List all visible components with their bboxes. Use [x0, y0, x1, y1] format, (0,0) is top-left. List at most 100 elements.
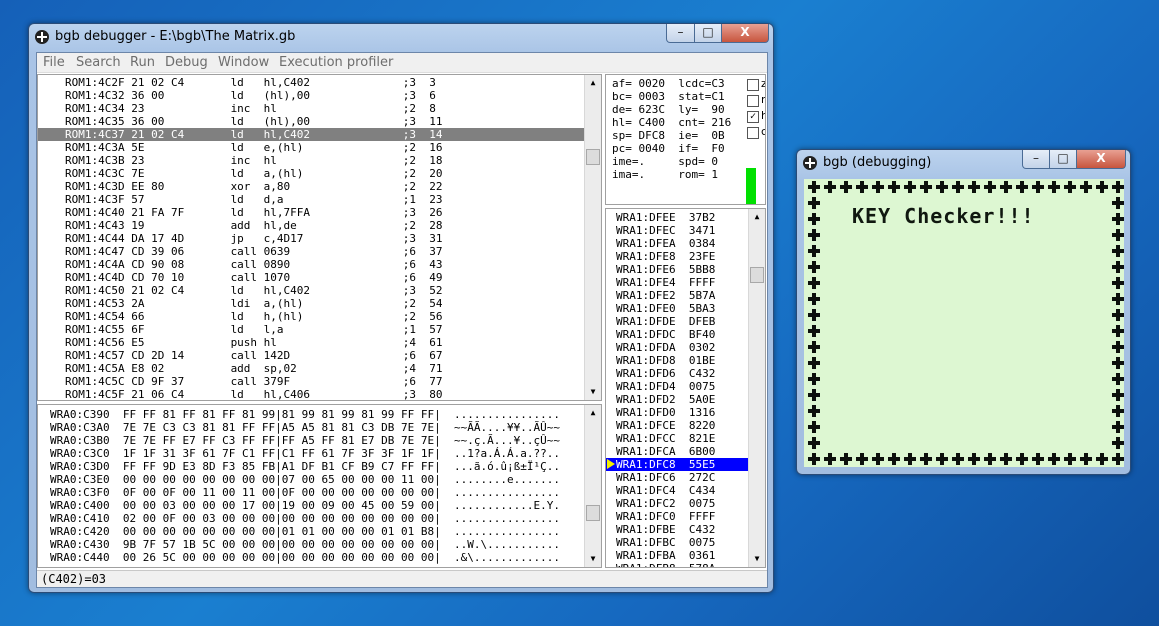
register-row[interactable]: bc= 0003 stat=C1: [612, 90, 740, 103]
memory-row[interactable]: WRA0:C430 9B 7F 57 1B 5C 00 00 00|00 00 …: [38, 538, 585, 551]
register-row[interactable]: pc= 0040 if= F0: [612, 142, 740, 155]
scroll-up-arrow-icon[interactable]: ▲: [749, 209, 765, 225]
stack-row[interactable]: WRA1:DFDC BF40: [606, 328, 749, 341]
menu-debug[interactable]: Debug: [165, 55, 208, 70]
memory-row[interactable]: WRA0:C3F0 0F 00 0F 00 11 00 11 00|0F 00 …: [38, 486, 585, 499]
maximize-button[interactable]: □: [694, 24, 722, 43]
menu-search[interactable]: Search: [76, 55, 121, 70]
register-row[interactable]: de= 623C ly= 90: [612, 103, 740, 116]
disassembly-row[interactable]: ROM1:4C3D EE 80 xor a,80 ;2 22: [38, 180, 585, 193]
stack-row[interactable]: WRA1:DFE0 5BA3: [606, 302, 749, 315]
disassembly-row[interactable]: ROM1:4C37 21 02 C4 ld hl,C402 ;3 14: [38, 128, 585, 141]
stack-row[interactable]: WRA1:DFCA 6B00: [606, 445, 749, 458]
stack-row[interactable]: WRA1:DFC6 272C: [606, 471, 749, 484]
stack-row[interactable]: WRA1:DFCC 821E: [606, 432, 749, 445]
stack-row[interactable]: WRA1:DFC0 FFFF: [606, 510, 749, 523]
disassembly-row[interactable]: ROM1:4C3C 7E ld a,(hl) ;2 20: [38, 167, 585, 180]
stack-row[interactable]: WRA1:DFD8 01BE: [606, 354, 749, 367]
memory-row[interactable]: WRA0:C3C0 1F 1F 31 3F 61 7F C1 FF|C1 FF …: [38, 447, 585, 460]
memory-row[interactable]: WRA0:C3A0 7E 7E C3 C3 81 81 FF FF|A5 A5 …: [38, 421, 585, 434]
memory-row[interactable]: WRA0:C3E0 00 00 00 00 00 00 00 00|07 00 …: [38, 473, 585, 486]
disassembly-row[interactable]: ROM1:4C5C CD 9F 37 call 379F ;6 77: [38, 375, 585, 388]
stack-row[interactable]: WRA1:DFBA 0361: [606, 549, 749, 562]
disassembly-row[interactable]: ROM1:4C44 DA 17 4D jp c,4D17 ;3 31: [38, 232, 585, 245]
memory-row[interactable]: WRA0:C400 00 00 03 00 00 00 17 00|19 00 …: [38, 499, 585, 512]
flag-n-checkbox[interactable]: [747, 95, 759, 107]
disassembly-row[interactable]: ROM1:4C56 E5 push hl ;4 61: [38, 336, 585, 349]
stack-row[interactable]: WRA1:DFDE DFEB: [606, 315, 749, 328]
stack-row[interactable]: WRA1:DFEC 3471: [606, 224, 749, 237]
stack-row[interactable]: WRA1:DFD6 C432: [606, 367, 749, 380]
scroll-down-arrow-icon[interactable]: ▼: [585, 551, 601, 567]
disassembly-row[interactable]: ROM1:4C55 6F ld l,a ;1 57: [38, 323, 585, 336]
stack-row[interactable]: WRA1:DFE4 FFFF: [606, 276, 749, 289]
menu-window[interactable]: Window: [218, 55, 269, 70]
stack-row[interactable]: WRA1:DFBC 0075: [606, 536, 749, 549]
disassembly-scrollbar[interactable]: ▲ ▼: [584, 75, 601, 400]
disassembly-row[interactable]: ROM1:4C4A CD 90 08 call 0890 ;6 43: [38, 258, 585, 271]
scroll-thumb[interactable]: [586, 505, 600, 521]
disassembly-row[interactable]: ROM1:4C32 36 00 ld (hl),00 ;3 6: [38, 89, 585, 102]
minimize-button[interactable]: –: [1022, 150, 1050, 169]
memory-row[interactable]: WRA0:C440 00 26 5C 00 00 00 00 00|00 00 …: [38, 551, 585, 564]
registers-pane[interactable]: af= 0020 lcdc=C3 bc= 0003 stat=C1 de= 623C…: [605, 74, 766, 205]
scroll-thumb[interactable]: [750, 267, 764, 283]
disassembly-row[interactable]: ROM1:4C54 66 ld h,(hl) ;2 56: [38, 310, 585, 323]
close-button[interactable]: X: [721, 24, 769, 43]
disassembly-row[interactable]: ROM1:4C2F 21 02 C4 ld hl,C402 ;3 3: [38, 76, 585, 89]
flag-c-checkbox[interactable]: [747, 127, 759, 139]
stack-row[interactable]: WRA1:DFD2 5A0E: [606, 393, 749, 406]
stack-row[interactable]: WRA1:DFD0 1316: [606, 406, 749, 419]
stack-row[interactable]: WRA1:DFEA 0384: [606, 237, 749, 250]
disassembly-row[interactable]: ROM1:4C3B 23 inc hl ;2 18: [38, 154, 585, 167]
disassembly-row[interactable]: ROM1:4C34 23 inc hl ;2 8: [38, 102, 585, 115]
stack-row[interactable]: WRA1:DFC2 0075: [606, 497, 749, 510]
register-row[interactable]: hl= C400 cnt= 216: [612, 116, 740, 129]
memory-row[interactable]: WRA0:C420 00 00 00 00 00 00 00 00|01 01 …: [38, 525, 585, 538]
memory-scrollbar[interactable]: ▲ ▼: [584, 405, 601, 567]
disassembly-row[interactable]: ROM1:4C40 21 FA 7F ld hl,7FFA ;3 26: [38, 206, 585, 219]
memory-pane[interactable]: WRA0:C390 FF FF 81 FF 81 FF 81 99|81 99 …: [37, 404, 602, 568]
disassembly-row[interactable]: ROM1:4C53 2A ldi a,(hl) ;2 54: [38, 297, 585, 310]
disassembly-row[interactable]: ROM1:4C43 19 add hl,de ;2 28: [38, 219, 585, 232]
stack-scrollbar[interactable]: ▲ ▼: [748, 209, 765, 567]
stack-row[interactable]: WRA1:DFCE 8220: [606, 419, 749, 432]
register-row[interactable]: ima=. rom= 1: [612, 168, 740, 181]
disassembly-pane[interactable]: ROM1:4C2F 21 02 C4 ld hl,C402 ;3 3 ROM1:4…: [37, 74, 602, 401]
scroll-thumb[interactable]: [586, 149, 600, 165]
menu-execution-profiler[interactable]: Execution profiler: [279, 55, 393, 70]
stack-row[interactable]: WRA1:DFEE 37B2: [606, 211, 749, 224]
memory-row[interactable]: WRA0:C390 FF FF 81 FF 81 FF 81 99|81 99 …: [38, 408, 585, 421]
stack-row[interactable]: WRA1:DFB8 578A: [606, 562, 749, 567]
debugger-titlebar[interactable]: bgb debugger - E:\bgb\The Matrix.gb – □ …: [29, 24, 773, 50]
stack-row[interactable]: WRA1:DFC8 55E5: [606, 458, 749, 471]
scroll-up-arrow-icon[interactable]: ▲: [585, 75, 601, 91]
minimize-button[interactable]: –: [666, 24, 695, 43]
disassembly-row[interactable]: ROM1:4C4D CD 70 10 call 1070 ;6 49: [38, 271, 585, 284]
menu-run[interactable]: Run: [130, 55, 155, 70]
stack-row[interactable]: WRA1:DFDA 0302: [606, 341, 749, 354]
stack-row[interactable]: WRA1:DFE2 5B7A: [606, 289, 749, 302]
disassembly-row[interactable]: ROM1:4C5F 21 06 C4 ld hl,C406 ;3 80: [38, 388, 585, 400]
flag-z-checkbox[interactable]: [747, 79, 759, 91]
disassembly-row[interactable]: ROM1:4C3A 5E ld e,(hl) ;2 16: [38, 141, 585, 154]
stack-row[interactable]: WRA1:DFD4 0075: [606, 380, 749, 393]
close-button[interactable]: X: [1076, 150, 1126, 169]
menu-file[interactable]: File: [43, 55, 65, 70]
disassembly-row[interactable]: ROM1:4C35 36 00 ld (hl),00 ;3 11: [38, 115, 585, 128]
stack-row[interactable]: WRA1:DFE6 5BB8: [606, 263, 749, 276]
stack-row[interactable]: WRA1:DFC4 C434: [606, 484, 749, 497]
scroll-up-arrow-icon[interactable]: ▲: [585, 405, 601, 421]
stack-pane[interactable]: WRA1:DFEE 37B2 WRA1:DFEC 3471 WRA1:DFEA 03…: [605, 208, 766, 568]
flag-h-checkbox[interactable]: ✓: [747, 111, 759, 123]
disassembly-row[interactable]: ROM1:4C50 21 02 C4 ld hl,C402 ;3 52: [38, 284, 585, 297]
scroll-down-arrow-icon[interactable]: ▼: [585, 384, 601, 400]
register-row[interactable]: ime=. spd= 0: [612, 155, 740, 168]
stack-row[interactable]: WRA1:DFBE C432: [606, 523, 749, 536]
register-row[interactable]: af= 0020 lcdc=C3: [612, 77, 740, 90]
stack-row[interactable]: WRA1:DFE8 23FE: [606, 250, 749, 263]
scroll-down-arrow-icon[interactable]: ▼: [749, 551, 765, 567]
memory-row[interactable]: WRA0:C3D0 FF FF 9D E3 8D F3 85 FB|A1 DF …: [38, 460, 585, 473]
game-titlebar[interactable]: bgb (debugging) – □ X: [797, 150, 1130, 176]
gameboy-screen[interactable]: KEY Checker!!!: [804, 179, 1124, 467]
